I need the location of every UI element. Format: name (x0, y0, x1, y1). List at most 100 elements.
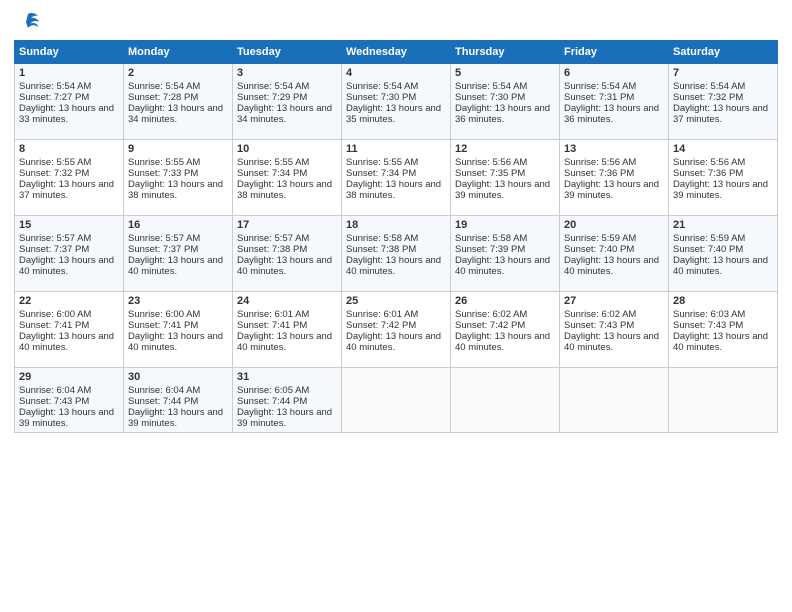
calendar-cell: 14Sunrise: 5:56 AMSunset: 7:36 PMDayligh… (669, 140, 778, 216)
calendar-container: SundayMondayTuesdayWednesdayThursdayFrid… (0, 0, 792, 612)
day-number: 18 (346, 219, 446, 231)
daylight-text: Daylight: 13 hours and 36 minutes. (455, 103, 550, 125)
sunset-text: Sunset: 7:37 PM (128, 244, 198, 255)
sunrise-text: Sunrise: 5:57 AM (19, 233, 91, 244)
daylight-text: Daylight: 13 hours and 34 minutes. (237, 103, 332, 125)
day-number: 24 (237, 295, 337, 307)
daylight-text: Daylight: 13 hours and 40 minutes. (673, 255, 768, 277)
sunrise-text: Sunrise: 6:00 AM (19, 309, 91, 320)
day-number: 9 (128, 143, 228, 155)
day-number: 31 (237, 371, 337, 383)
sunrise-text: Sunrise: 6:01 AM (237, 309, 309, 320)
calendar-cell: 21Sunrise: 5:59 AMSunset: 7:40 PMDayligh… (669, 216, 778, 292)
calendar-cell: 17Sunrise: 5:57 AMSunset: 7:38 PMDayligh… (233, 216, 342, 292)
daylight-text: Daylight: 13 hours and 33 minutes. (19, 103, 114, 125)
day-number: 20 (564, 219, 664, 231)
daylight-text: Daylight: 13 hours and 39 minutes. (455, 179, 550, 201)
day-number: 7 (673, 67, 773, 79)
sunrise-text: Sunrise: 5:56 AM (455, 157, 527, 168)
daylight-text: Daylight: 13 hours and 40 minutes. (237, 255, 332, 277)
day-header-wednesday: Wednesday (342, 41, 451, 64)
sunset-text: Sunset: 7:44 PM (237, 396, 307, 407)
day-number: 8 (19, 143, 119, 155)
sunrise-text: Sunrise: 5:59 AM (564, 233, 636, 244)
sunset-text: Sunset: 7:35 PM (455, 168, 525, 179)
day-number: 29 (19, 371, 119, 383)
daylight-text: Daylight: 13 hours and 40 minutes. (128, 331, 223, 353)
daylight-text: Daylight: 13 hours and 34 minutes. (128, 103, 223, 125)
sunset-text: Sunset: 7:44 PM (128, 396, 198, 407)
day-number: 19 (455, 219, 555, 231)
day-header-saturday: Saturday (669, 41, 778, 64)
sunrise-text: Sunrise: 6:05 AM (237, 385, 309, 396)
sunset-text: Sunset: 7:28 PM (128, 92, 198, 103)
sunrise-text: Sunrise: 5:54 AM (19, 81, 91, 92)
logo-bird-icon (16, 12, 40, 32)
day-number: 5 (455, 67, 555, 79)
calendar-cell (342, 368, 451, 433)
calendar-week-2: 8Sunrise: 5:55 AMSunset: 7:32 PMDaylight… (15, 140, 778, 216)
sunrise-text: Sunrise: 5:54 AM (455, 81, 527, 92)
day-number: 21 (673, 219, 773, 231)
sunset-text: Sunset: 7:42 PM (455, 320, 525, 331)
sunset-text: Sunset: 7:30 PM (346, 92, 416, 103)
calendar-cell: 5 Sunrise: 5:54 AMSunset: 7:30 PMDaylight… (451, 64, 560, 140)
daylight-text: Daylight: 13 hours and 40 minutes. (346, 331, 441, 353)
sunrise-text: Sunrise: 6:01 AM (346, 309, 418, 320)
day-number: 11 (346, 143, 446, 155)
calendar-cell: 7Sunrise: 5:54 AMSunset: 7:32 PMDaylight… (669, 64, 778, 140)
day-number: 12 (455, 143, 555, 155)
day-header-friday: Friday (560, 41, 669, 64)
sunset-text: Sunset: 7:40 PM (564, 244, 634, 255)
calendar-week-3: 15 Sunrise: 5:57 AM Sunset: 7:37 PM Dayligh… (15, 216, 778, 292)
daylight-text: Daylight: 13 hours and 40 minutes. (673, 331, 768, 353)
sunrise-text: Sunrise: 5:54 AM (237, 81, 309, 92)
day-number: 17 (237, 219, 337, 231)
daylight-text: Daylight: 13 hours and 40 minutes. (455, 331, 550, 353)
sunrise-text: Sunrise: 5:58 AM (346, 233, 418, 244)
calendar-cell: 24Sunrise: 6:01 AMSunset: 7:41 PMDayligh… (233, 292, 342, 368)
sunrise-text: Sunrise: 6:04 AM (19, 385, 91, 396)
sunset-text: Sunset: 7:40 PM (673, 244, 743, 255)
day-number: 1 (19, 67, 119, 79)
sunrise-text: Sunrise: 5:56 AM (673, 157, 745, 168)
daylight-text: Daylight: 13 hours and 39 minutes. (128, 407, 223, 429)
sunrise-text: Sunrise: 5:55 AM (128, 157, 200, 168)
daylight-text: Daylight: 13 hours and 40 minutes. (564, 331, 659, 353)
calendar-cell: 10Sunrise: 5:55 AMSunset: 7:34 PMDayligh… (233, 140, 342, 216)
calendar-week-5: 29Sunrise: 6:04 AMSunset: 7:43 PMDayligh… (15, 368, 778, 433)
calendar-cell: 27Sunrise: 6:02 AMSunset: 7:43 PMDayligh… (560, 292, 669, 368)
sunrise-text: Sunrise: 6:02 AM (564, 309, 636, 320)
day-number: 23 (128, 295, 228, 307)
calendar-cell: 22Sunrise: 6:00 AMSunset: 7:41 PMDayligh… (15, 292, 124, 368)
daylight-text: Daylight: 13 hours and 39 minutes. (673, 179, 768, 201)
sunset-text: Sunset: 7:33 PM (128, 168, 198, 179)
calendar-header-row: SundayMondayTuesdayWednesdayThursdayFrid… (15, 41, 778, 64)
day-header-sunday: Sunday (15, 41, 124, 64)
calendar-cell: 20 Sunrise: 5:59 AMSunset: 7:40 PMDayligh… (560, 216, 669, 292)
calendar-cell: 25Sunrise: 6:01 AMSunset: 7:42 PMDayligh… (342, 292, 451, 368)
sunset-text: Sunset: 7:42 PM (346, 320, 416, 331)
sunset-text: Sunset: 7:41 PM (19, 320, 89, 331)
sunset-text: Sunset: 7:43 PM (673, 320, 743, 331)
daylight-text: Daylight: 13 hours and 40 minutes. (564, 255, 659, 277)
day-header-thursday: Thursday (451, 41, 560, 64)
day-number: 27 (564, 295, 664, 307)
day-number: 15 (19, 219, 119, 231)
day-number: 10 (237, 143, 337, 155)
sunset-text: Sunset: 7:30 PM (455, 92, 525, 103)
calendar-cell: 26Sunrise: 6:02 AMSunset: 7:42 PMDayligh… (451, 292, 560, 368)
day-number: 28 (673, 295, 773, 307)
day-number: 3 (237, 67, 337, 79)
sunset-text: Sunset: 7:39 PM (455, 244, 525, 255)
day-number: 2 (128, 67, 228, 79)
sunset-text: Sunset: 7:36 PM (564, 168, 634, 179)
sunset-text: Sunset: 7:34 PM (346, 168, 416, 179)
day-number: 26 (455, 295, 555, 307)
calendar-cell: 11Sunrise: 5:55 AMSunset: 7:34 PMDayligh… (342, 140, 451, 216)
sunset-text: Sunset: 7:27 PM (19, 92, 89, 103)
day-header-monday: Monday (124, 41, 233, 64)
sunset-text: Sunset: 7:38 PM (237, 244, 307, 255)
daylight-text: Daylight: 13 hours and 40 minutes. (346, 255, 441, 277)
calendar-cell (451, 368, 560, 433)
